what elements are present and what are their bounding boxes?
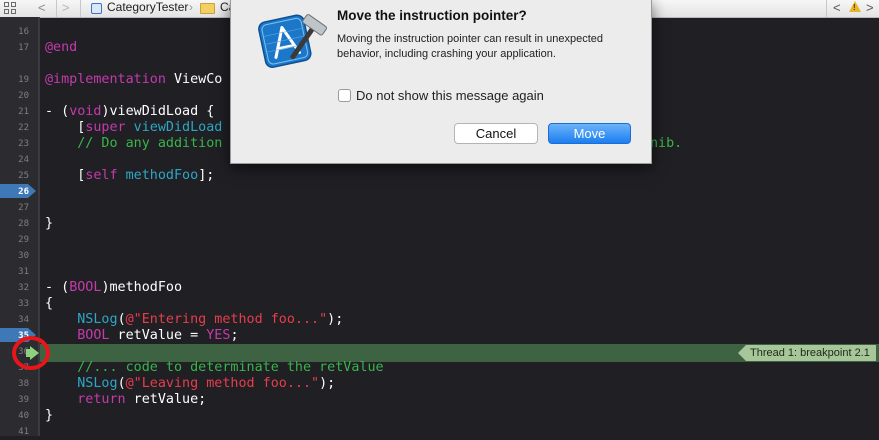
move-button[interactable]: Move — [548, 123, 631, 144]
line-number: 16 — [18, 27, 29, 37]
gutter-divider — [38, 17, 40, 436]
line-number: 26 — [18, 187, 29, 197]
line-number: 41 — [18, 427, 29, 437]
code-line[interactable]: // Do any addition — [45, 136, 222, 152]
line-number: 20 — [18, 91, 29, 101]
warning-mark: ! — [853, 3, 856, 12]
code-line[interactable]: //... code to determinate the retValue — [45, 360, 383, 376]
code-line[interactable]: @implementation ViewCo — [45, 72, 222, 88]
code-line[interactable]: NSLog(@"Entering method foo..."); — [45, 312, 343, 328]
line-number: 27 — [18, 203, 29, 213]
breadcrumb-project[interactable]: CategoryTester — [107, 0, 188, 17]
line-number: 34 — [18, 315, 29, 325]
folder-icon — [200, 3, 215, 14]
xcode-hammer-icon — [258, 14, 328, 68]
line-number: 31 — [18, 267, 29, 277]
previous-issue-button[interactable]: < — [833, 0, 841, 17]
dialog-message: Moving the instruction pointer can resul… — [337, 33, 603, 60]
line-number: 23 — [18, 139, 29, 149]
code-line[interactable]: - (BOOL)methodFoo — [45, 280, 182, 296]
do-not-show-label[interactable]: Do not show this message again — [356, 88, 544, 103]
code-line[interactable]: return retValue; — [45, 392, 206, 408]
line-number: 30 — [18, 251, 29, 261]
code-line[interactable]: } — [45, 408, 53, 424]
project-icon — [91, 3, 102, 14]
code-line[interactable]: } — [45, 216, 53, 232]
line-number: 22 — [18, 123, 29, 133]
line-number: 33 — [18, 299, 29, 309]
line-number: 39 — [18, 395, 29, 405]
move-instruction-pointer-dialog: Move the instruction pointer? Moving the… — [230, 0, 652, 164]
line-number: 17 — [18, 43, 29, 53]
code-line[interactable]: NSLog(@"Leaving method foo..."); — [45, 376, 335, 392]
dialog-title: Move the instruction pointer? — [337, 8, 527, 23]
code-line[interactable]: { — [45, 296, 53, 312]
line-number: 24 — [18, 155, 29, 165]
line-number: 21 — [18, 107, 29, 117]
line-number: 40 — [18, 411, 29, 421]
next-issue-button[interactable]: > — [866, 0, 874, 17]
code-line[interactable]: [self methodFoo]; — [45, 168, 214, 184]
code-line[interactable]: [super viewDidLoad — [45, 120, 222, 136]
code-line[interactable]: @end — [45, 40, 77, 56]
related-items-icon[interactable] — [4, 2, 18, 15]
cancel-button[interactable]: Cancel — [454, 123, 538, 144]
code-line-tail[interactable]: nib. — [650, 136, 682, 152]
do-not-show-checkbox[interactable] — [338, 89, 351, 102]
back-icon[interactable]: < — [38, 0, 46, 17]
line-number: 38 — [18, 379, 29, 389]
chevron-right-icon: › — [189, 0, 193, 14]
line-number: 19 — [18, 75, 29, 85]
code-line[interactable]: - (void)viewDidLoad { — [45, 104, 214, 120]
code-line[interactable]: BOOL retValue = YES; — [45, 328, 238, 344]
line-number: 29 — [18, 235, 29, 245]
line-number: 28 — [18, 219, 29, 229]
line-number: 25 — [18, 171, 29, 181]
thread-badge: Thread 1: breakpoint 2.1 — [738, 345, 876, 361]
forward-icon[interactable]: > — [62, 0, 70, 17]
line-number: 32 — [18, 283, 29, 293]
